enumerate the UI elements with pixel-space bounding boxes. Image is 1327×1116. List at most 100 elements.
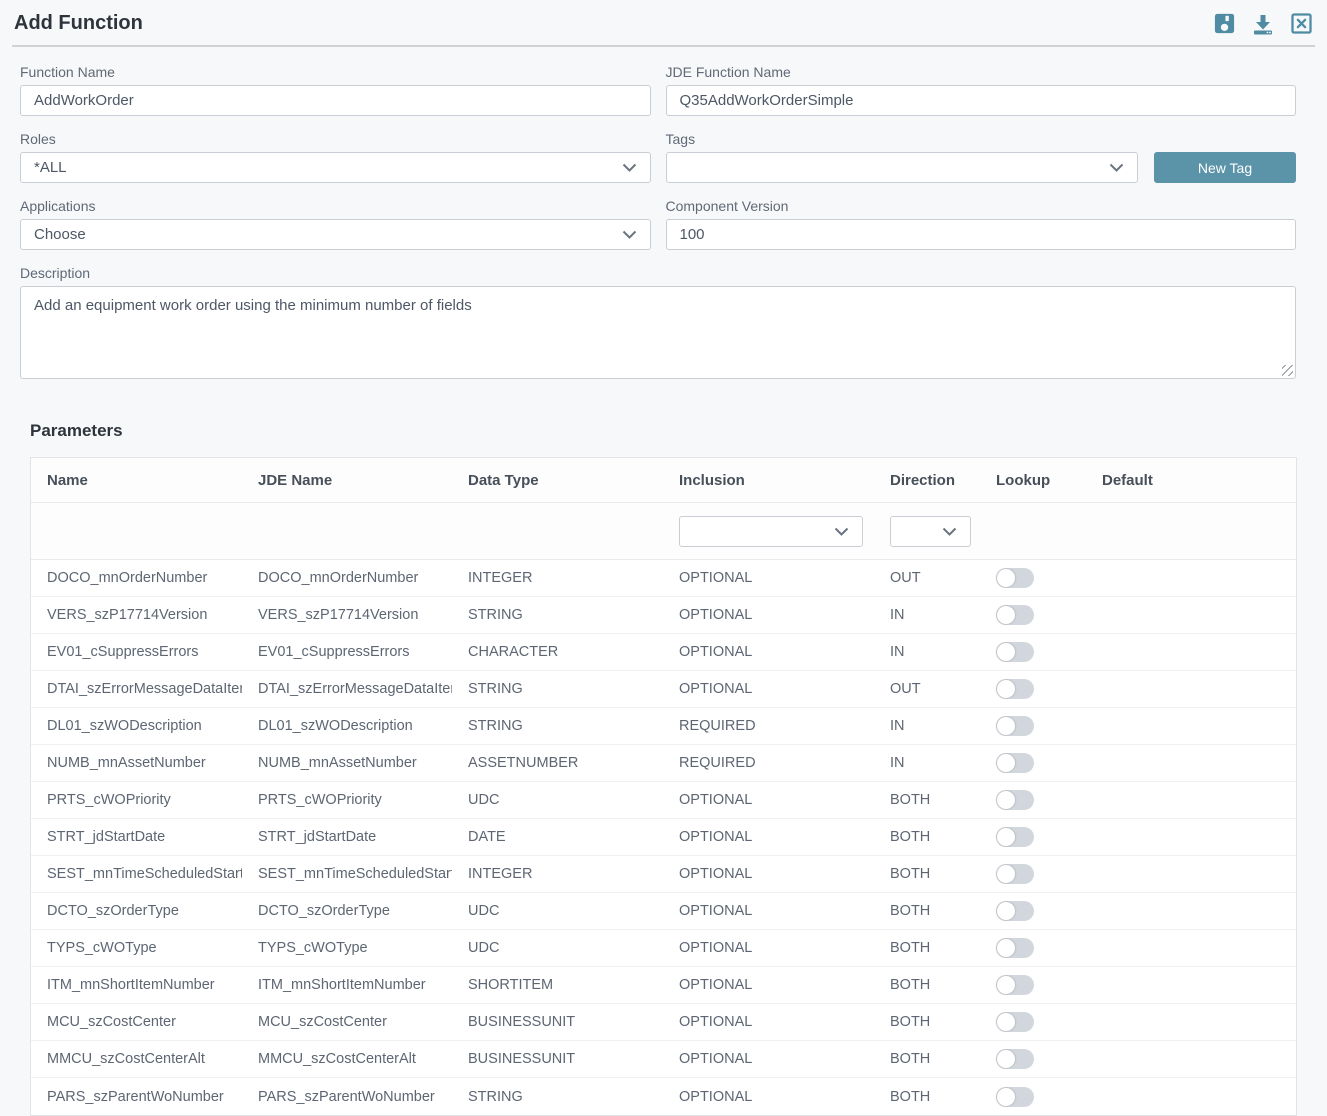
table-row[interactable]: MMCU_szCostCenterAlt MMCU_szCostCenterAl…: [31, 1041, 1296, 1078]
chevron-down-icon: [1109, 159, 1124, 176]
param-jde-name: STRT_jdStartDate: [242, 829, 452, 845]
param-inclusion: OPTIONAL: [663, 607, 874, 623]
lookup-toggle[interactable]: [996, 864, 1034, 884]
column-header-name: Name: [31, 472, 242, 489]
new-tag-button[interactable]: New Tag: [1154, 152, 1296, 183]
param-direction: BOTH: [874, 1051, 980, 1067]
param-inclusion: REQUIRED: [663, 755, 874, 771]
table-row[interactable]: STRT_jdStartDate STRT_jdStartDate DATE O…: [31, 819, 1296, 856]
tags-select[interactable]: [666, 152, 1139, 183]
param-name: DCTO_szOrderType: [31, 903, 242, 919]
param-name: DTAI_szErrorMessageDataItem: [31, 681, 242, 697]
param-jde-name: TYPS_cWOType: [242, 940, 452, 956]
param-direction: IN: [874, 718, 980, 734]
parameters-table-header: Name JDE Name Data Type Inclusion Direct…: [31, 458, 1296, 503]
param-data-type: UDC: [452, 940, 663, 956]
lookup-toggle[interactable]: [996, 938, 1034, 958]
param-jde-name: PARS_szParentWoNumber: [242, 1089, 452, 1105]
lookup-toggle[interactable]: [996, 1087, 1034, 1107]
page-title: Add Function: [14, 12, 143, 35]
param-data-type: STRING: [452, 607, 663, 623]
param-jde-name: NUMB_mnAssetNumber: [242, 755, 452, 771]
param-jde-name: EV01_cSuppressErrors: [242, 644, 452, 660]
table-row[interactable]: PRTS_cWOPriority PRTS_cWOPriority UDC OP…: [31, 782, 1296, 819]
param-jde-name: DCTO_szOrderType: [242, 903, 452, 919]
table-row[interactable]: DOCO_mnOrderNumber DOCO_mnOrderNumber IN…: [31, 560, 1296, 597]
param-direction: OUT: [874, 681, 980, 697]
param-jde-name: PRTS_cWOPriority: [242, 792, 452, 808]
param-direction: IN: [874, 644, 980, 660]
column-header-jde-name: JDE Name: [242, 472, 452, 489]
description-textarea[interactable]: Add an equipment work order using the mi…: [20, 286, 1296, 379]
table-row[interactable]: VERS_szP17714Version VERS_szP17714Versio…: [31, 597, 1296, 634]
lookup-toggle[interactable]: [996, 790, 1034, 810]
applications-select[interactable]: Choose: [20, 219, 651, 250]
table-row[interactable]: NUMB_mnAssetNumber NUMB_mnAssetNumber AS…: [31, 745, 1296, 782]
lookup-toggle[interactable]: [996, 642, 1034, 662]
lookup-toggle[interactable]: [996, 827, 1034, 847]
jde-function-name-input[interactable]: [666, 85, 1297, 116]
param-jde-name: SEST_mnTimeScheduledStart: [242, 866, 452, 882]
lookup-toggle[interactable]: [996, 975, 1034, 995]
param-direction: BOTH: [874, 1089, 980, 1105]
lookup-toggle[interactable]: [996, 605, 1034, 625]
direction-filter-select[interactable]: [890, 516, 971, 547]
parameters-section: Parameters Name JDE Name Data Type Inclu…: [30, 421, 1297, 1116]
column-header-direction: Direction: [874, 472, 980, 489]
param-direction: BOTH: [874, 940, 980, 956]
roles-select[interactable]: *ALL: [20, 152, 651, 183]
param-direction: BOTH: [874, 829, 980, 845]
table-row[interactable]: DCTO_szOrderType DCTO_szOrderType UDC OP…: [31, 893, 1296, 930]
roles-label: Roles: [20, 131, 651, 147]
param-name: VERS_szP17714Version: [31, 607, 242, 623]
download-icon[interactable]: [1251, 12, 1275, 36]
table-row[interactable]: TYPS_cWOType TYPS_cWOType UDC OPTIONAL B…: [31, 930, 1296, 967]
lookup-toggle[interactable]: [996, 568, 1034, 588]
param-name: TYPS_cWOType: [31, 940, 242, 956]
lookup-toggle[interactable]: [996, 716, 1034, 736]
table-row[interactable]: EV01_cSuppressErrors EV01_cSuppressError…: [31, 634, 1296, 671]
param-name: ITM_mnShortItemNumber: [31, 977, 242, 993]
param-direction: BOTH: [874, 977, 980, 993]
param-inclusion: OPTIONAL: [663, 1014, 874, 1030]
param-jde-name: MCU_szCostCenter: [242, 1014, 452, 1030]
component-version-input[interactable]: [666, 219, 1297, 250]
function-name-input[interactable]: [20, 85, 651, 116]
param-direction: OUT: [874, 570, 980, 586]
resize-grip-icon[interactable]: [1282, 365, 1293, 376]
param-name: MCU_szCostCenter: [31, 1014, 242, 1030]
column-header-lookup: Lookup: [980, 472, 1086, 489]
param-data-type: DATE: [452, 829, 663, 845]
param-name: PARS_szParentWoNumber: [31, 1089, 242, 1105]
lookup-toggle[interactable]: [996, 679, 1034, 699]
param-jde-name: VERS_szP17714Version: [242, 607, 452, 623]
param-inclusion: REQUIRED: [663, 718, 874, 734]
chevron-down-icon: [622, 226, 637, 243]
inclusion-filter-select[interactable]: [679, 516, 863, 547]
table-row[interactable]: SEST_mnTimeScheduledStart SEST_mnTimeSch…: [31, 856, 1296, 893]
close-icon[interactable]: [1290, 12, 1313, 35]
table-row[interactable]: MCU_szCostCenter MCU_szCostCenter BUSINE…: [31, 1004, 1296, 1041]
table-row[interactable]: DTAI_szErrorMessageDataItem DTAI_szError…: [31, 671, 1296, 708]
param-jde-name: MMCU_szCostCenterAlt: [242, 1051, 452, 1067]
component-version-label: Component Version: [666, 198, 1297, 214]
param-data-type: INTEGER: [452, 570, 663, 586]
lookup-toggle[interactable]: [996, 1012, 1034, 1032]
save-icon[interactable]: [1213, 12, 1236, 35]
lookup-toggle[interactable]: [996, 1049, 1034, 1069]
tags-label: Tags: [666, 131, 1297, 147]
param-inclusion: OPTIONAL: [663, 792, 874, 808]
param-inclusion: OPTIONAL: [663, 940, 874, 956]
parameter-rows: DOCO_mnOrderNumber DOCO_mnOrderNumber IN…: [31, 560, 1296, 1115]
table-row[interactable]: PARS_szParentWoNumber PARS_szParentWoNum…: [31, 1078, 1296, 1115]
param-data-type: SHORTITEM: [452, 977, 663, 993]
param-data-type: UDC: [452, 903, 663, 919]
lookup-toggle[interactable]: [996, 753, 1034, 773]
function-name-field-group: Function Name: [20, 64, 651, 116]
param-name: MMCU_szCostCenterAlt: [31, 1051, 242, 1067]
table-row[interactable]: DL01_szWODescription DL01_szWODescriptio…: [31, 708, 1296, 745]
table-row[interactable]: ITM_mnShortItemNumber ITM_mnShortItemNum…: [31, 967, 1296, 1004]
topbar: Add Function: [12, 0, 1315, 47]
lookup-toggle[interactable]: [996, 901, 1034, 921]
param-name: PRTS_cWOPriority: [31, 792, 242, 808]
